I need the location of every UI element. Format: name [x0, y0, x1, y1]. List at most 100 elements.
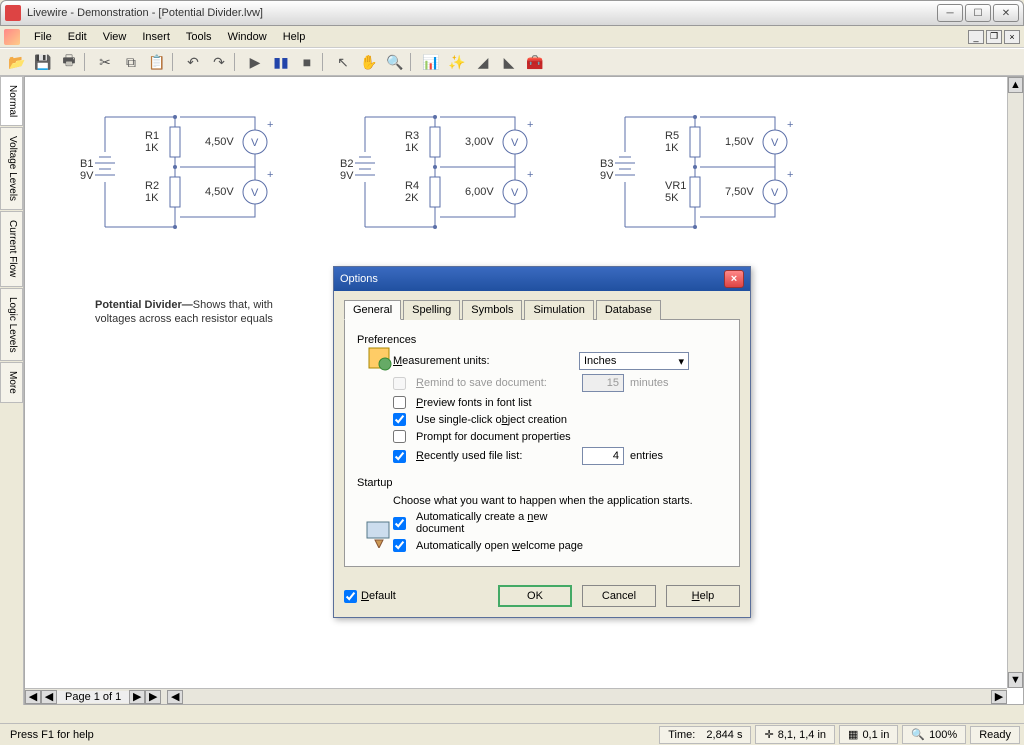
recent-unit: entries	[630, 450, 663, 462]
tab-general[interactable]: General	[344, 300, 401, 320]
tool2-icon[interactable]: ◣	[498, 51, 520, 73]
vertical-scrollbar[interactable]: ▲ ▼	[1007, 77, 1023, 688]
toolbar: 📂 💾 🖶 ✂ ⧉ 📋 ↶ ↷ ▶ ▮▮ ■ ↖ ✋ 🔍 📊 ✨ ◢ ◣ 🧰	[0, 48, 1024, 76]
auto-welcome-checkbox[interactable]	[393, 539, 406, 552]
svg-text:9V: 9V	[80, 170, 94, 182]
svg-text:+: +	[527, 169, 533, 181]
chevron-down-icon: ▾	[678, 355, 684, 368]
title-bar: Livewire - Demonstration - [Potential Di…	[0, 0, 1024, 26]
preview-checkbox[interactable]	[393, 396, 406, 409]
tab-current-flow[interactable]: Current Flow	[0, 211, 23, 286]
dialog-titlebar[interactable]: Options ×	[334, 267, 750, 291]
svg-text:1K: 1K	[665, 142, 679, 154]
redo-icon[interactable]: ↷	[208, 51, 230, 73]
remind-checkbox	[393, 377, 406, 390]
doc-body-2: voltages across each resistor equals	[95, 313, 273, 325]
wizard-icon[interactable]: ✨	[446, 51, 468, 73]
hand-icon[interactable]: ✋	[358, 51, 380, 73]
horizontal-scrollbar[interactable]: ◀ ◀ Page 1 of 1 ▶ ▶ ◀ ▶	[25, 688, 1007, 704]
tab-voltage-levels[interactable]: Voltage Levels	[0, 127, 23, 210]
pause-icon[interactable]: ▮▮	[270, 51, 292, 73]
copy-icon[interactable]: ⧉	[120, 51, 142, 73]
page-prev-icon[interactable]: ◀	[25, 690, 41, 704]
remind-unit: minutes	[630, 377, 669, 389]
auto-new-checkbox[interactable]	[393, 517, 406, 530]
recent-label: Recently used file list:	[416, 450, 576, 462]
svg-text:V: V	[251, 137, 259, 149]
window-title: Livewire - Demonstration - [Potential Di…	[27, 7, 935, 19]
menu-window[interactable]: Window	[220, 29, 275, 45]
status-zoom[interactable]: 🔍100%	[902, 725, 966, 744]
tab-symbols[interactable]: Symbols	[462, 300, 522, 320]
dialog-close-button[interactable]: ×	[724, 270, 744, 288]
zoom-icon: 🔍	[911, 728, 925, 741]
recent-spinner[interactable]: 4	[582, 447, 624, 465]
pointer-icon[interactable]: ↖	[332, 51, 354, 73]
close-button[interactable]: ✕	[993, 4, 1019, 22]
recent-checkbox[interactable]	[393, 450, 406, 463]
tab-database[interactable]: Database	[596, 300, 661, 320]
tool-icon[interactable]: ◢	[472, 51, 494, 73]
measurement-combo[interactable]: Inches▾	[579, 352, 689, 370]
svg-text:V: V	[511, 187, 519, 199]
scroll-left-icon[interactable]: ◀	[167, 690, 183, 704]
svg-text:7,50V: 7,50V	[725, 186, 754, 198]
page-next-icon[interactable]: ▶	[129, 690, 145, 704]
default-label: Default	[361, 590, 396, 602]
minimize-button[interactable]: ─	[937, 4, 963, 22]
tab-more[interactable]: More	[0, 362, 23, 403]
tab-logic-levels[interactable]: Logic Levels	[0, 288, 23, 362]
menu-edit[interactable]: Edit	[60, 29, 95, 45]
svg-text:V: V	[511, 137, 519, 149]
page-first-icon[interactable]: ◀	[41, 690, 57, 704]
svg-text:+: +	[267, 119, 273, 131]
tab-spelling[interactable]: Spelling	[403, 300, 460, 320]
separator	[234, 53, 240, 71]
tab-simulation[interactable]: Simulation	[524, 300, 593, 320]
undo-icon[interactable]: ↶	[182, 51, 204, 73]
prompt-label: Prompt for document properties	[416, 431, 596, 443]
zoom-icon[interactable]: 🔍	[384, 51, 406, 73]
tab-content: Preferences Measurement units: Inches▾ R…	[344, 320, 740, 567]
auto-new-row: Automatically create a new document	[393, 511, 727, 535]
open-icon[interactable]: 📂	[6, 51, 28, 73]
prompt-checkbox[interactable]	[393, 430, 406, 443]
menu-insert[interactable]: Insert	[134, 29, 178, 45]
help-button[interactable]: Help	[666, 585, 740, 607]
chart-icon[interactable]: 📊	[420, 51, 442, 73]
maximize-button[interactable]: ☐	[965, 4, 991, 22]
print-icon[interactable]: 🖶	[58, 51, 80, 73]
tab-normal[interactable]: Normal	[0, 76, 23, 126]
scroll-down-icon[interactable]: ▼	[1008, 672, 1023, 688]
svg-text:B1: B1	[80, 158, 93, 170]
svg-text:1,50V: 1,50V	[725, 136, 754, 148]
svg-text:V: V	[251, 187, 259, 199]
mdi-minimize-button[interactable]: _	[968, 30, 984, 44]
default-checkbox[interactable]	[344, 590, 357, 603]
startup-icon	[365, 520, 393, 548]
single-click-checkbox[interactable]	[393, 413, 406, 426]
menu-help[interactable]: Help	[275, 29, 314, 45]
scroll-up-icon[interactable]: ▲	[1008, 77, 1023, 93]
play-icon[interactable]: ▶	[244, 51, 266, 73]
cancel-button[interactable]: Cancel	[582, 585, 656, 607]
menu-view[interactable]: View	[95, 29, 135, 45]
stop-icon[interactable]: ■	[296, 51, 318, 73]
page-last-icon[interactable]: ▶	[145, 690, 161, 704]
menu-tools[interactable]: Tools	[178, 29, 220, 45]
save-icon[interactable]: 💾	[32, 51, 54, 73]
svg-text:+: +	[787, 169, 793, 181]
app-icon	[5, 5, 21, 21]
svg-text:VR1: VR1	[665, 180, 686, 192]
ok-button[interactable]: OK	[498, 585, 572, 607]
toolbox-icon[interactable]: 🧰	[524, 51, 546, 73]
scroll-right-icon[interactable]: ▶	[991, 690, 1007, 704]
status-hint: Press F1 for help	[4, 729, 655, 741]
mdi-restore-button[interactable]: ❐	[986, 30, 1002, 44]
svg-text:2K: 2K	[405, 192, 419, 204]
cut-icon[interactable]: ✂	[94, 51, 116, 73]
paste-icon[interactable]: 📋	[146, 51, 168, 73]
menu-file[interactable]: File	[26, 29, 60, 45]
single-click-row: Use single-click object creation	[393, 413, 727, 426]
mdi-close-button[interactable]: ×	[1004, 30, 1020, 44]
